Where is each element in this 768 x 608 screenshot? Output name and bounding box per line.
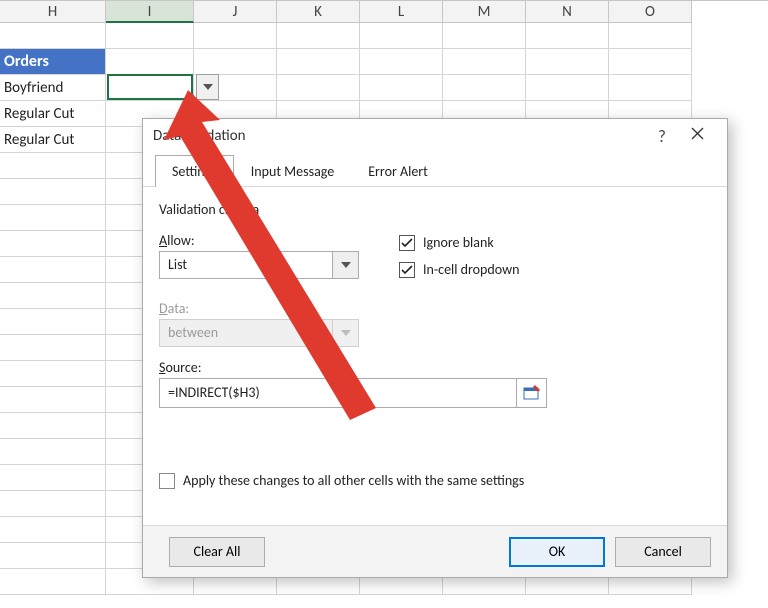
cell-boyfriend[interactable]: Boyfriend	[0, 75, 106, 101]
allow-label: Allow:	[159, 232, 369, 249]
data-validation-dialog: Data Validation ? Settings Input Message…	[142, 118, 728, 578]
chevron-down-icon	[341, 262, 351, 268]
cell-regularcut-2[interactable]: Regular Cut	[0, 127, 106, 153]
cell[interactable]	[0, 413, 106, 439]
cell[interactable]	[0, 309, 106, 335]
range-picker-button[interactable]	[516, 379, 546, 407]
cell[interactable]	[194, 49, 277, 75]
col-header-H[interactable]: H	[0, 1, 106, 23]
cell[interactable]	[0, 491, 106, 517]
ok-button[interactable]: OK	[509, 537, 605, 567]
cancel-button[interactable]: Cancel	[615, 537, 711, 567]
source-field[interactable]: =INDIRECT($H3)	[159, 378, 547, 408]
cell[interactable]	[0, 283, 106, 309]
cell[interactable]	[443, 23, 526, 49]
checkbox-unchecked-icon	[159, 473, 175, 489]
cell[interactable]	[277, 23, 360, 49]
dialog-footer: Clear All OK Cancel	[143, 525, 727, 577]
help-button[interactable]: ?	[647, 126, 677, 147]
dialog-body: Validation criteria Allow: List Ignore b…	[143, 187, 727, 489]
cell[interactable]	[277, 75, 360, 101]
cell[interactable]	[526, 75, 609, 101]
cell[interactable]	[0, 205, 106, 231]
col-header-I[interactable]: I	[106, 1, 194, 23]
data-dropdown-button	[332, 320, 358, 346]
column-headers: H I J K L M N O	[0, 0, 768, 23]
tab-input-message[interactable]: Input Message	[234, 155, 351, 187]
cell[interactable]	[194, 23, 277, 49]
col-header-K[interactable]: K	[277, 1, 360, 23]
cell[interactable]	[526, 23, 609, 49]
data-combo: between	[159, 319, 359, 347]
cell[interactable]	[609, 23, 692, 49]
checkbox-checked-icon	[399, 262, 415, 278]
data-label: Data:	[159, 300, 711, 317]
col-header-N[interactable]: N	[526, 1, 609, 23]
cell[interactable]	[609, 49, 692, 75]
col-header-L[interactable]: L	[360, 1, 443, 23]
cell[interactable]	[106, 23, 194, 49]
allow-dropdown-button[interactable]	[332, 252, 358, 278]
cell[interactable]	[360, 23, 443, 49]
cell[interactable]	[106, 49, 194, 75]
cell[interactable]	[0, 387, 106, 413]
cell[interactable]	[277, 49, 360, 75]
cell[interactable]	[0, 257, 106, 283]
allow-combo[interactable]: List	[159, 251, 359, 279]
ignore-blank-check[interactable]: Ignore blank	[399, 234, 519, 251]
data-value: between	[160, 320, 332, 346]
cell[interactable]	[609, 75, 692, 101]
col-header-J[interactable]: J	[194, 1, 277, 23]
cell[interactable]	[0, 231, 106, 257]
validation-criteria-label: Validation criteria	[159, 201, 711, 218]
clear-all-button[interactable]: Clear All	[169, 537, 265, 567]
active-cell[interactable]	[107, 74, 193, 100]
tab-error-alert[interactable]: Error Alert	[351, 155, 445, 187]
cell[interactable]	[0, 465, 106, 491]
cell-regularcut-1[interactable]: Regular Cut	[0, 101, 106, 127]
range-picker-icon	[523, 384, 541, 402]
cell[interactable]	[526, 49, 609, 75]
allow-value: List	[160, 252, 332, 278]
tab-settings[interactable]: Settings	[155, 155, 234, 187]
cell[interactable]	[0, 569, 106, 595]
dialog-title: Data Validation	[153, 127, 246, 145]
fill-handle[interactable]	[188, 95, 194, 101]
source-input[interactable]: =INDIRECT($H3)	[160, 379, 516, 407]
cell[interactable]	[0, 153, 106, 179]
validation-dropdown-button[interactable]	[196, 74, 219, 100]
cell[interactable]	[0, 543, 106, 569]
cell[interactable]	[443, 49, 526, 75]
col-header-O[interactable]: O	[609, 1, 692, 23]
incell-dropdown-label: In-cell dropdown	[423, 261, 519, 278]
cell[interactable]	[443, 75, 526, 101]
chevron-down-icon	[203, 84, 213, 90]
cell[interactable]	[0, 439, 106, 465]
col-header-M[interactable]: M	[443, 1, 526, 23]
chevron-down-icon	[341, 330, 351, 336]
checkbox-checked-icon	[399, 235, 415, 251]
source-label: Source:	[159, 359, 711, 376]
incell-dropdown-check[interactable]: In-cell dropdown	[399, 261, 519, 278]
cell[interactable]	[0, 361, 106, 387]
cell[interactable]	[360, 49, 443, 75]
cell[interactable]	[0, 23, 106, 49]
cell[interactable]	[360, 75, 443, 101]
apply-changes-check[interactable]: Apply these changes to all other cells w…	[159, 472, 711, 489]
ignore-blank-label: Ignore blank	[423, 234, 494, 251]
dialog-tabs: Settings Input Message Error Alert	[143, 153, 727, 187]
cell-orders-header[interactable]: Orders	[0, 49, 106, 75]
cell[interactable]	[0, 335, 106, 361]
cell[interactable]	[0, 179, 106, 205]
dialog-titlebar[interactable]: Data Validation ?	[143, 119, 727, 153]
cell[interactable]	[0, 517, 106, 543]
close-button[interactable]	[677, 127, 717, 145]
apply-changes-label: Apply these changes to all other cells w…	[183, 472, 524, 489]
close-icon	[691, 127, 704, 140]
